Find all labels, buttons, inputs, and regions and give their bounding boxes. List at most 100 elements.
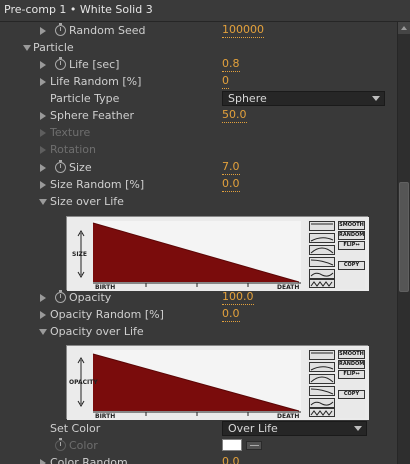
opacity-random-label: Opacity Random [%] (50, 308, 164, 321)
color-swatch[interactable] (222, 439, 242, 451)
scroll-up-arrow-icon[interactable] (398, 22, 410, 34)
expand-triangle-icon[interactable] (40, 112, 46, 120)
size-random-value[interactable]: 0.0 (222, 177, 240, 192)
expand-triangle-icon[interactable] (40, 61, 46, 69)
stopwatch-icon[interactable] (55, 290, 66, 303)
layer-title: Pre-comp 1 • White Solid 3 (4, 3, 153, 16)
scrollbar-thumb[interactable] (399, 182, 409, 292)
copy-button[interactable]: COPY (338, 390, 365, 399)
row-life-random: Life Random [%] 0 (0, 73, 397, 90)
row-texture: Texture (0, 124, 397, 141)
life-value[interactable]: 0.8 (222, 57, 240, 72)
copy-button[interactable]: COPY (338, 261, 365, 270)
row-life: Life [sec] 0.8 (0, 56, 397, 73)
row-random-seed: Random Seed 100000 (0, 22, 397, 39)
set-color-selected: Over Life (228, 422, 278, 435)
row-particle-type: Particle Type Sphere (0, 90, 397, 107)
color-random-label: Color Random (50, 456, 128, 464)
random-seed-label: Random Seed (69, 24, 146, 37)
collapse-triangle-icon[interactable] (23, 45, 31, 51)
expand-triangle-icon[interactable] (40, 311, 46, 319)
opacity-over-life-graph[interactable]: OPACITY BIRTH DEATH SMOOTH RANDOM FLIP↔ … (66, 345, 369, 420)
sphere-feather-value[interactable]: 50.0 (222, 108, 247, 123)
size-over-life-graph[interactable]: SIZE BIRTH DEATH SMOOTH RANDOM FLIP↔ COP… (66, 216, 369, 291)
preset-hump-button[interactable] (309, 245, 335, 255)
particle-type-dropdown[interactable]: Sphere (222, 91, 385, 106)
opacity-death-label: DEATH (277, 413, 300, 420)
opacity-y-axis-label: OPACITY (69, 379, 98, 386)
rotation-label: Rotation (50, 143, 97, 156)
preset-fade-button[interactable] (309, 257, 335, 267)
opacity-birth-label: BIRTH (95, 413, 116, 420)
opacity-over-life-label: Opacity over Life (50, 325, 144, 338)
life-random-value[interactable]: 0 (222, 74, 229, 89)
expand-triangle-icon[interactable] (40, 181, 46, 189)
preset-wave-button[interactable] (309, 398, 335, 408)
size-over-life-label: Size over Life (50, 195, 124, 208)
opacity-label: Opacity (69, 291, 112, 304)
opacity-random-value[interactable]: 0.0 (222, 307, 240, 322)
row-color-random: Color Random 0.0 (0, 454, 397, 464)
expand-triangle-icon[interactable] (40, 78, 46, 86)
sphere-feather-label: Sphere Feather (50, 109, 135, 122)
expand-triangle-icon[interactable] (40, 27, 46, 35)
preset-fade-button[interactable] (309, 386, 335, 396)
size-random-label: Size Random [%] (50, 178, 145, 191)
preset-hump-button[interactable] (309, 374, 335, 384)
set-color-label: Set Color (50, 422, 101, 435)
stopwatch-icon[interactable] (55, 23, 66, 36)
random-button[interactable]: RANDOM (338, 360, 365, 369)
row-opacity-random: Opacity Random [%] 0.0 (0, 306, 397, 323)
preset-steps-button[interactable] (309, 279, 335, 288)
color-label: Color (69, 439, 98, 452)
color-random-value[interactable]: 0.0 (222, 455, 240, 464)
row-size: Size 7.0 (0, 159, 397, 176)
preset-steps-button[interactable] (309, 408, 335, 417)
flip-button[interactable]: FLIP↔ (338, 241, 365, 250)
particle-group-label: Particle (33, 41, 74, 54)
expand-triangle-icon[interactable] (40, 164, 46, 172)
row-size-over-life[interactable]: Size over Life (0, 193, 397, 210)
stopwatch-icon (55, 438, 66, 451)
row-opacity-over-life[interactable]: Opacity over Life (0, 323, 397, 340)
preset-flat-button[interactable] (309, 350, 335, 360)
smooth-button[interactable]: SMOOTH (338, 350, 365, 359)
preset-ramp-up-button[interactable] (309, 362, 335, 372)
eyedropper-icon[interactable] (246, 441, 262, 450)
expand-triangle-icon (40, 129, 46, 137)
vertical-scrollbar[interactable] (397, 22, 410, 464)
size-value[interactable]: 7.0 (222, 160, 240, 175)
random-button[interactable]: RANDOM (338, 231, 365, 240)
row-particle[interactable]: Particle (0, 39, 397, 56)
collapse-triangle-icon[interactable] (39, 199, 47, 205)
row-opacity: Opacity 100.0 (0, 289, 397, 306)
expand-triangle-icon (40, 146, 46, 154)
random-seed-value[interactable]: 100000 (222, 23, 264, 38)
preset-ramp-up-button[interactable] (309, 233, 335, 243)
stopwatch-icon[interactable] (55, 57, 66, 70)
expand-triangle-icon[interactable] (40, 459, 46, 464)
row-color: Color (0, 437, 397, 454)
effect-controls-panel: Random Seed 100000 Particle Life [sec] 0… (0, 22, 397, 464)
life-random-label: Life Random [%] (50, 75, 142, 88)
particle-type-selected: Sphere (228, 92, 267, 105)
size-label: Size (69, 161, 92, 174)
size-y-axis-label: SIZE (72, 251, 88, 258)
chevron-down-icon (354, 426, 362, 431)
preset-wave-button[interactable] (309, 269, 335, 279)
opacity-value[interactable]: 100.0 (222, 290, 254, 305)
set-color-dropdown[interactable]: Over Life (222, 421, 367, 436)
smooth-button[interactable]: SMOOTH (338, 221, 365, 230)
row-set-color: Set Color Over Life (0, 420, 397, 437)
row-size-random: Size Random [%] 0.0 (0, 176, 397, 193)
texture-label: Texture (50, 126, 91, 139)
particle-type-label: Particle Type (50, 92, 120, 105)
collapse-triangle-icon[interactable] (39, 329, 47, 335)
expand-triangle-icon[interactable] (40, 294, 46, 302)
stopwatch-icon[interactable] (55, 160, 66, 173)
chevron-down-icon (372, 96, 380, 101)
preset-flat-button[interactable] (309, 221, 335, 231)
flip-button[interactable]: FLIP↔ (338, 370, 365, 379)
panel-header: Pre-comp 1 • White Solid 3 (0, 0, 410, 22)
row-rotation: Rotation (0, 141, 397, 158)
